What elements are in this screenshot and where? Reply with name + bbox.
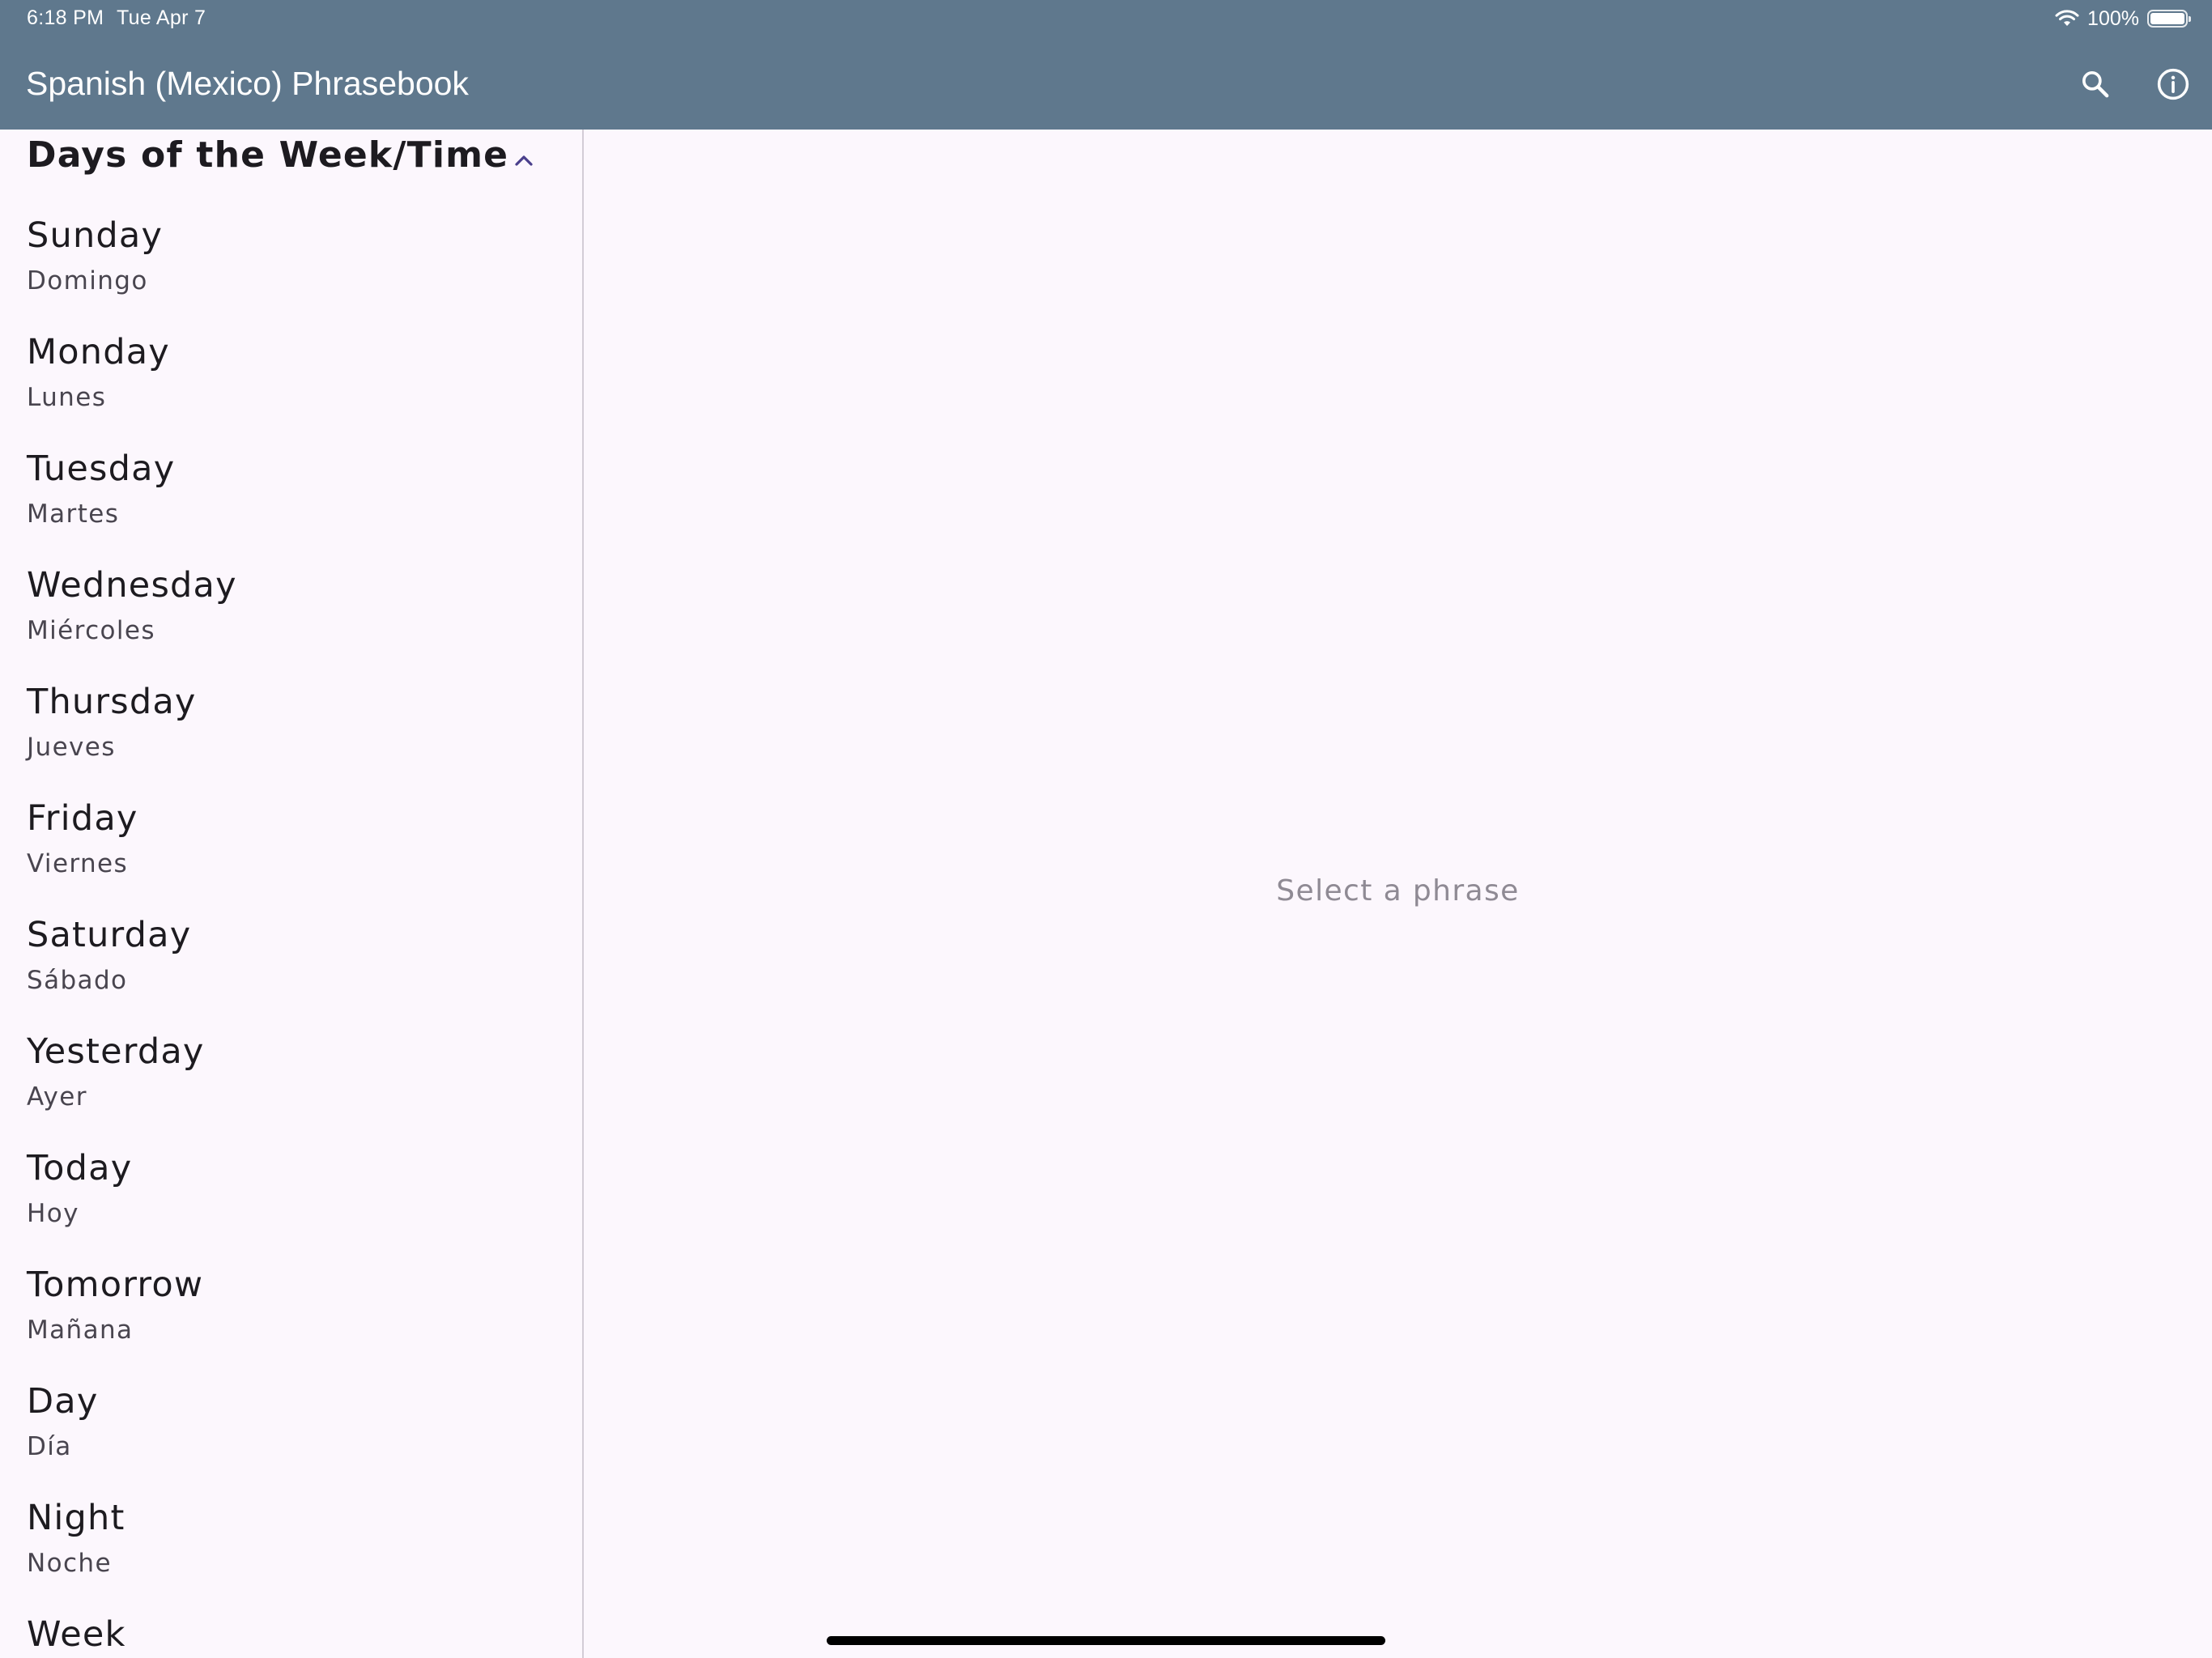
- phrase-english: Friday: [27, 798, 138, 839]
- phrase-list-item[interactable]: Thursday Jueves: [0, 682, 582, 798]
- phrase-spanish: Jueves: [27, 733, 116, 762]
- search-button[interactable]: [2073, 62, 2118, 107]
- phrase-detail-panel: Select a phrase: [584, 130, 2212, 1658]
- phrase-spanish: Viernes: [27, 849, 129, 878]
- phrase-list-item[interactable]: Tuesday Martes: [0, 449, 582, 565]
- phrase-english: Sunday: [27, 215, 164, 256]
- phrase-spanish: Miércoles: [27, 616, 155, 645]
- phrase-list-item[interactable]: Wednesday Miércoles: [0, 565, 582, 682]
- app-title: Spanish (Mexico) Phrasebook: [26, 65, 469, 102]
- phrase-english: Tuesday: [27, 449, 176, 489]
- phrase-list-item[interactable]: Yesterday Ayer: [0, 1031, 582, 1148]
- collapse-section-button[interactable]: [506, 142, 542, 178]
- status-date: Tue Apr 7: [117, 6, 206, 29]
- battery-icon: [2147, 10, 2191, 28]
- status-time: 6:18 PM: [27, 6, 104, 29]
- phrase-english: Monday: [27, 332, 170, 372]
- phrase-spanish: Hoy: [27, 1199, 79, 1228]
- phrase-list-item[interactable]: Monday Lunes: [0, 332, 582, 449]
- phrase-spanish: Ayer: [27, 1082, 87, 1112]
- phrase-list-item[interactable]: Tomorrow Mañana: [0, 1265, 582, 1381]
- phrase-list-item[interactable]: Saturday Sábado: [0, 915, 582, 1031]
- section-title: Days of the Week/Time: [27, 134, 509, 176]
- search-icon: [2082, 71, 2109, 98]
- info-icon: [2157, 68, 2189, 100]
- phrase-spanish: Martes: [27, 500, 120, 529]
- phrase-list-item[interactable]: Today Hoy: [0, 1148, 582, 1265]
- phrase-spanish: Lunes: [27, 383, 107, 412]
- wifi-icon: [2055, 10, 2079, 26]
- phrase-list-item[interactable]: Sunday Domingo: [0, 215, 582, 332]
- phrase-english: Thursday: [27, 682, 197, 722]
- phrase-list-item[interactable]: Friday Viernes: [0, 798, 582, 915]
- empty-state-text: Select a phrase: [1276, 874, 1520, 908]
- phrase-spanish: Sábado: [27, 966, 128, 995]
- phrase-english: Yesterday: [27, 1031, 205, 1072]
- phrase-spanish: Domingo: [27, 266, 148, 295]
- status-indicators: 100%: [2055, 6, 2191, 32]
- phrase-english: Tomorrow: [27, 1265, 204, 1305]
- battery-percentage: 100%: [2087, 6, 2139, 30]
- phrase-list-item[interactable]: Week: [0, 1614, 582, 1658]
- phrase-english: Night: [27, 1498, 125, 1538]
- phrase-english: Wednesday: [27, 565, 237, 606]
- section-header[interactable]: Days of the Week/Time: [0, 130, 582, 210]
- phrase-list-panel[interactable]: Days of the Week/Time Sunday Domingo Monda…: [0, 130, 583, 1658]
- phrase-spanish: Mañana: [27, 1316, 134, 1345]
- info-button[interactable]: [2150, 62, 2196, 107]
- home-indicator[interactable]: [827, 1636, 1385, 1645]
- phrase-english: Saturday: [27, 915, 192, 955]
- phrase-spanish: Día: [27, 1432, 72, 1461]
- phrase-english: Day: [27, 1381, 99, 1422]
- app-bar: 6:18 PM Tue Apr 7 100% Spanish (Mexico) …: [0, 0, 2212, 130]
- phrase-list-item[interactable]: Night Noche: [0, 1498, 582, 1614]
- phrase-list-item[interactable]: Day Día: [0, 1381, 582, 1498]
- phrase-english: Today: [27, 1148, 133, 1188]
- chevron-up-icon: [515, 155, 533, 166]
- phrase-spanish: Noche: [27, 1549, 112, 1578]
- battery-level: [2150, 13, 2184, 24]
- phrase-english: Week: [27, 1614, 126, 1655]
